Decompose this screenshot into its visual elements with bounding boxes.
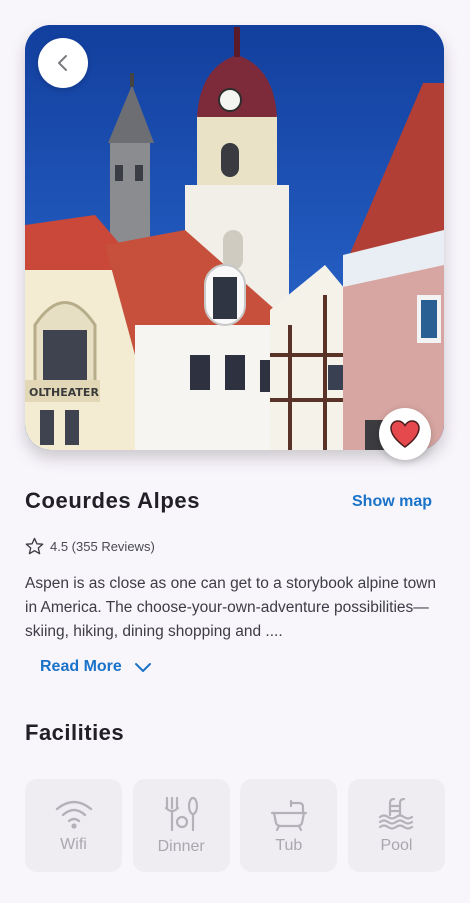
place-description: Aspen is as close as one can get to a st… [25,575,436,640]
facility-label: Tub [275,836,303,854]
tub-icon [270,799,307,831]
read-more-button[interactable]: Read More [40,658,152,676]
facility-wifi[interactable]: Wifi [25,779,122,872]
pool-icon [379,797,414,830]
rating: 4.5 (355 Reviews) [25,537,155,556]
facility-label: Pool [380,836,413,854]
star-outline-icon [25,537,44,555]
town-illustration: OLTHEATER [25,25,444,450]
chevron-down-icon [134,663,151,672]
facilities-list: Wifi Dinner Tub Pool [25,779,445,872]
place-title: Coeurdes Alpes [25,488,201,513]
wifi-icon [55,800,92,829]
facilities-title: Facilities [25,720,125,745]
facility-pool[interactable]: Pool [347,779,445,872]
chevron-left-icon [58,55,67,71]
show-map-link[interactable]: Show map [352,493,432,511]
rating-text: 4.5 (355 Reviews) [50,539,155,554]
read-more-label: Read More [40,658,122,675]
heart-icon [390,420,420,448]
dinner-icon [165,796,199,831]
facility-tub[interactable]: Tub [240,779,338,872]
theater-sign: OLTHEATER [29,386,99,399]
facility-label: Wifi [60,835,87,853]
favorite-button[interactable] [379,408,431,460]
back-button[interactable] [38,38,88,88]
hero-image: OLTHEATER [25,25,444,450]
facility-label: Dinner [157,837,205,855]
facility-dinner[interactable]: Dinner [132,779,230,872]
